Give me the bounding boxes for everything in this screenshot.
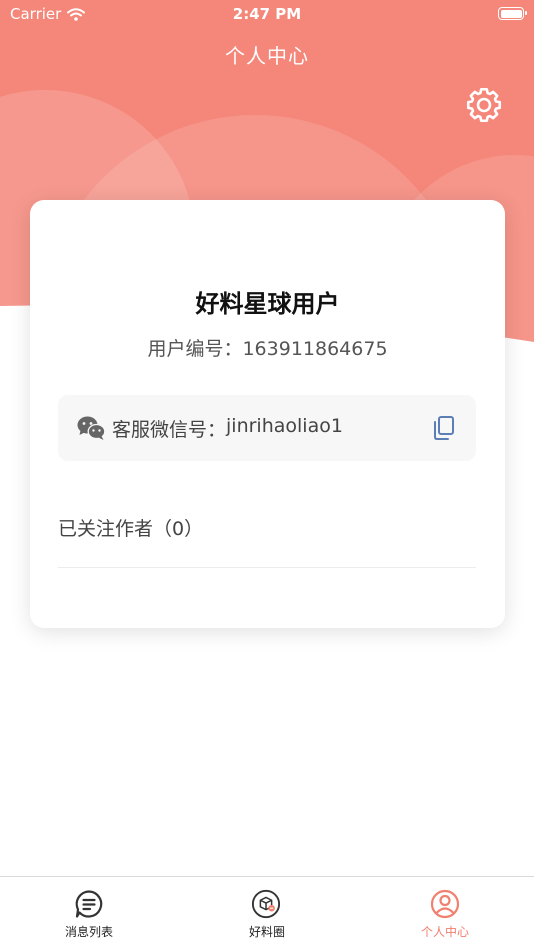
divider — [58, 567, 476, 568]
message-list-icon — [75, 890, 103, 918]
tab-bar: 消息列表 好料圈 个人中心 — [0, 876, 534, 951]
following-label: 已关注作者 — [58, 518, 154, 540]
following-count: （0） — [153, 518, 204, 540]
page-title: 个人中心 — [225, 44, 309, 68]
user-id: 用户编号：163911864675 — [30, 334, 505, 361]
user-id-label: 用户编号： — [147, 338, 243, 360]
battery-icon — [498, 7, 527, 20]
status-time: 2:47 PM — [232, 5, 302, 23]
gear-icon — [466, 87, 502, 123]
tab-label: 好料圈 — [248, 925, 285, 939]
user-circle-icon — [430, 889, 460, 919]
tab-haoliao-circle[interactable]: 好料圈 — [178, 877, 356, 951]
user-id-value: 163911864675 — [242, 338, 388, 360]
copy-icon[interactable] — [432, 415, 456, 441]
wechat-icon — [77, 416, 106, 440]
status-bar: Carrier 2:47 PM — [0, 0, 534, 28]
wechat-id[interactable]: jinrihaoliao1 — [226, 415, 343, 442]
customer-service-text: 客服微信号： jinrihaoliao1 — [112, 415, 343, 442]
following-authors[interactable]: 已关注作者（0） — [58, 514, 203, 541]
tab-personal-center[interactable]: 个人中心 — [356, 877, 534, 951]
box-circle-icon — [251, 889, 281, 919]
customer-service-row: 客服微信号： jinrihaoliao1 — [58, 395, 476, 461]
tab-label: 消息列表 — [64, 925, 113, 939]
username: 好料星球用户 — [195, 290, 340, 318]
profile-card: 好料星球用户 用户编号：163911864675 客服微信号： jinrihaol… — [30, 200, 505, 628]
tab-message-list[interactable]: 消息列表 — [0, 877, 178, 951]
settings-button[interactable] — [462, 83, 506, 127]
tab-label: 个人中心 — [420, 925, 469, 939]
customer-service-label: 客服微信号： — [112, 419, 227, 441]
